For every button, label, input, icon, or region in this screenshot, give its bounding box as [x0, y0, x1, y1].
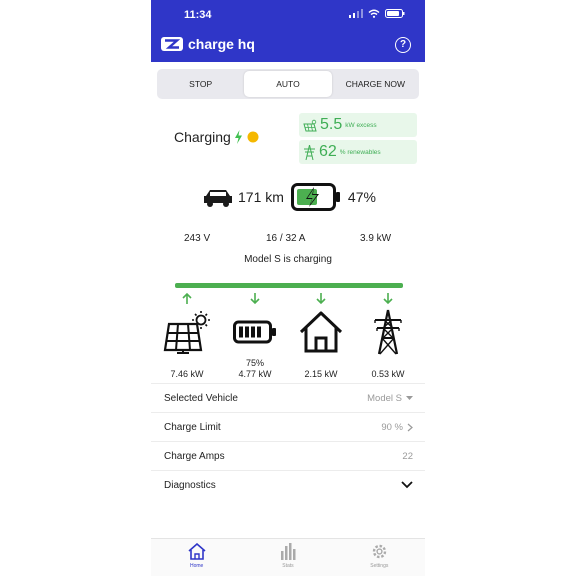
- flow-home-battery: 75% 4.77 kW: [225, 292, 285, 379]
- grid-power: 0.53 kW: [371, 369, 405, 379]
- charge-limit-value: 90 %: [381, 421, 403, 433]
- vehicle-battery-charging-icon: [290, 183, 340, 211]
- mode-auto-button[interactable]: AUTO: [244, 71, 332, 97]
- solar-panel-icon: [303, 119, 317, 131]
- car-icon: [204, 190, 232, 207]
- tab-stats-label: Stats: [282, 563, 294, 569]
- excess-unit: kW excess: [345, 121, 377, 129]
- excess-value: 5.5: [320, 116, 343, 133]
- arrow-down-icon: [316, 293, 326, 305]
- vehicle-summary: 171 km 47%: [203, 183, 376, 211]
- charge-amps-row[interactable]: Charge Amps 22: [151, 441, 425, 470]
- charge-hq-logo-icon: [161, 37, 183, 51]
- charge-limit-row[interactable]: Charge Limit 90 %: [151, 412, 425, 441]
- arrow-down-icon: [250, 293, 260, 305]
- wifi-icon: [368, 9, 380, 18]
- transmission-tower-icon: [374, 309, 402, 355]
- bar-chart-icon: [280, 543, 296, 560]
- grid-sub: [358, 358, 418, 369]
- tab-home-label: Home: [189, 563, 204, 569]
- selected-vehicle-row[interactable]: Selected Vehicle Model S: [151, 383, 425, 412]
- tab-stats[interactable]: Stats: [242, 539, 333, 576]
- house-icon: [299, 311, 343, 353]
- tab-home[interactable]: Home: [151, 539, 242, 576]
- home-icon: [188, 543, 206, 560]
- selected-vehicle-value: Model S: [367, 392, 402, 404]
- diagnostics-row[interactable]: Diagnostics: [151, 470, 425, 499]
- home-power: 2.15 kW: [304, 369, 338, 379]
- renewables-unit: % renewables: [339, 148, 381, 156]
- charging-label: Charging: [174, 129, 231, 145]
- charge-amps-label: Charge Amps: [164, 450, 225, 462]
- solar-panel-sun-icon: [163, 311, 210, 354]
- flow-grid: 0.53 kW: [358, 292, 418, 379]
- question-circle-icon[interactable]: ?: [395, 37, 411, 53]
- header-bar: 11:34 charge hq ?: [151, 0, 425, 62]
- mode-stop-button[interactable]: STOP: [157, 69, 244, 99]
- brand-name: charge hq: [188, 36, 255, 52]
- caret-down-icon: [406, 395, 413, 400]
- charge-limit-label: Charge Limit: [164, 421, 221, 433]
- home-battery-percent: 75%: [245, 358, 264, 368]
- vehicle-range: 171 km: [238, 189, 284, 205]
- charging-status-text: Model S is charging: [244, 254, 332, 265]
- app-screen: 11:34 charge hq ? STOP AUTO CHARGE NOW C…: [151, 0, 425, 576]
- voltage-value: 243 V: [184, 233, 211, 244]
- home-battery-power: 4.77 kW: [238, 369, 272, 379]
- flow-home: 2.15 kW: [291, 292, 351, 379]
- renewables-value: 62: [319, 143, 337, 160]
- charge-mode-selector: STOP AUTO CHARGE NOW: [157, 69, 419, 99]
- home-sub: [291, 358, 351, 369]
- chevron-down-icon[interactable]: [401, 481, 413, 489]
- solar-sub: [157, 358, 217, 369]
- bottom-tab-bar: Home Stats Settings: [151, 538, 425, 576]
- solar-power: 7.46 kW: [170, 369, 204, 379]
- status-time: 11:34: [184, 9, 212, 21]
- excess-power-stat: 5.5 kW excess: [299, 113, 417, 137]
- lightning-bolt-icon: [234, 130, 242, 144]
- cellular-signal-icon: [349, 9, 363, 18]
- tab-settings[interactable]: Settings: [334, 539, 425, 576]
- arrow-down-icon: [383, 293, 393, 305]
- energy-flow-bar: [175, 283, 403, 288]
- tab-settings-label: Settings: [370, 563, 389, 569]
- home-battery-icon: [233, 320, 276, 344]
- charging-status: Charging: [174, 129, 260, 145]
- renewables-stat: 62 % renewables: [299, 140, 417, 164]
- settings-list: Selected Vehicle Model S Charge Limit 90…: [151, 383, 425, 499]
- selected-vehicle-label: Selected Vehicle: [164, 392, 238, 404]
- sun-icon: [247, 131, 259, 143]
- flow-solar: 7.46 kW: [157, 292, 217, 379]
- system-icons: [349, 9, 405, 18]
- arrow-up-icon: [182, 292, 192, 304]
- chevron-right-icon: [407, 423, 413, 431]
- power-value: 3.9 kW: [360, 233, 392, 244]
- vehicle-battery-percent: 47%: [347, 189, 376, 205]
- diagnostics-label: Diagnostics: [164, 479, 216, 491]
- current-value: 16 / 32 A: [266, 233, 306, 244]
- energy-stats: 5.5 kW excess 62 % renewables: [299, 113, 417, 167]
- gear-icon: [372, 544, 387, 559]
- transmission-tower-icon: [304, 144, 315, 160]
- app-logo: charge hq: [161, 36, 255, 52]
- battery-status-icon: [385, 9, 405, 18]
- charge-amps-value: 22: [402, 450, 413, 462]
- mode-charge-now-button[interactable]: CHARGE NOW: [332, 69, 419, 99]
